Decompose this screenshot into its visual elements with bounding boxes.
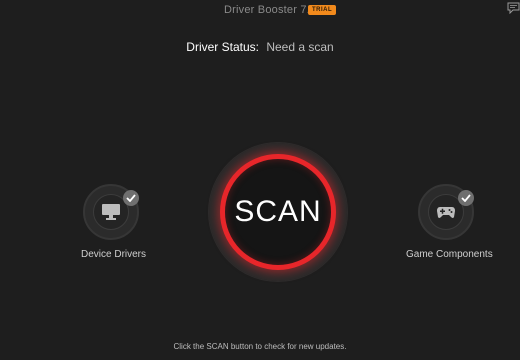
- app-title: Driver Booster 7.6: [224, 4, 317, 16]
- driver-status: Driver Status: Need a scan: [0, 40, 520, 54]
- device-drivers-check-icon: [123, 190, 139, 206]
- status-value: Need a scan: [266, 40, 334, 54]
- scan-hint: Click the SCAN button to check for new u…: [173, 342, 347, 351]
- scan-button[interactable]: SCAN: [220, 154, 336, 270]
- device-drivers-label: Device Drivers: [81, 249, 147, 260]
- title-bar: Driver Booster 7.6 TRIAL: [0, 0, 520, 22]
- scan-label: SCAN: [234, 195, 322, 228]
- feedback-icon[interactable]: [507, 1, 520, 15]
- status-label: Driver Status:: [186, 40, 259, 54]
- gamepad-icon: [437, 207, 455, 218]
- monitor-icon: [102, 204, 120, 220]
- trial-badge[interactable]: TRIAL: [308, 5, 337, 15]
- game-components-label: Game Components: [406, 249, 493, 260]
- game-components-check-icon: [458, 190, 474, 206]
